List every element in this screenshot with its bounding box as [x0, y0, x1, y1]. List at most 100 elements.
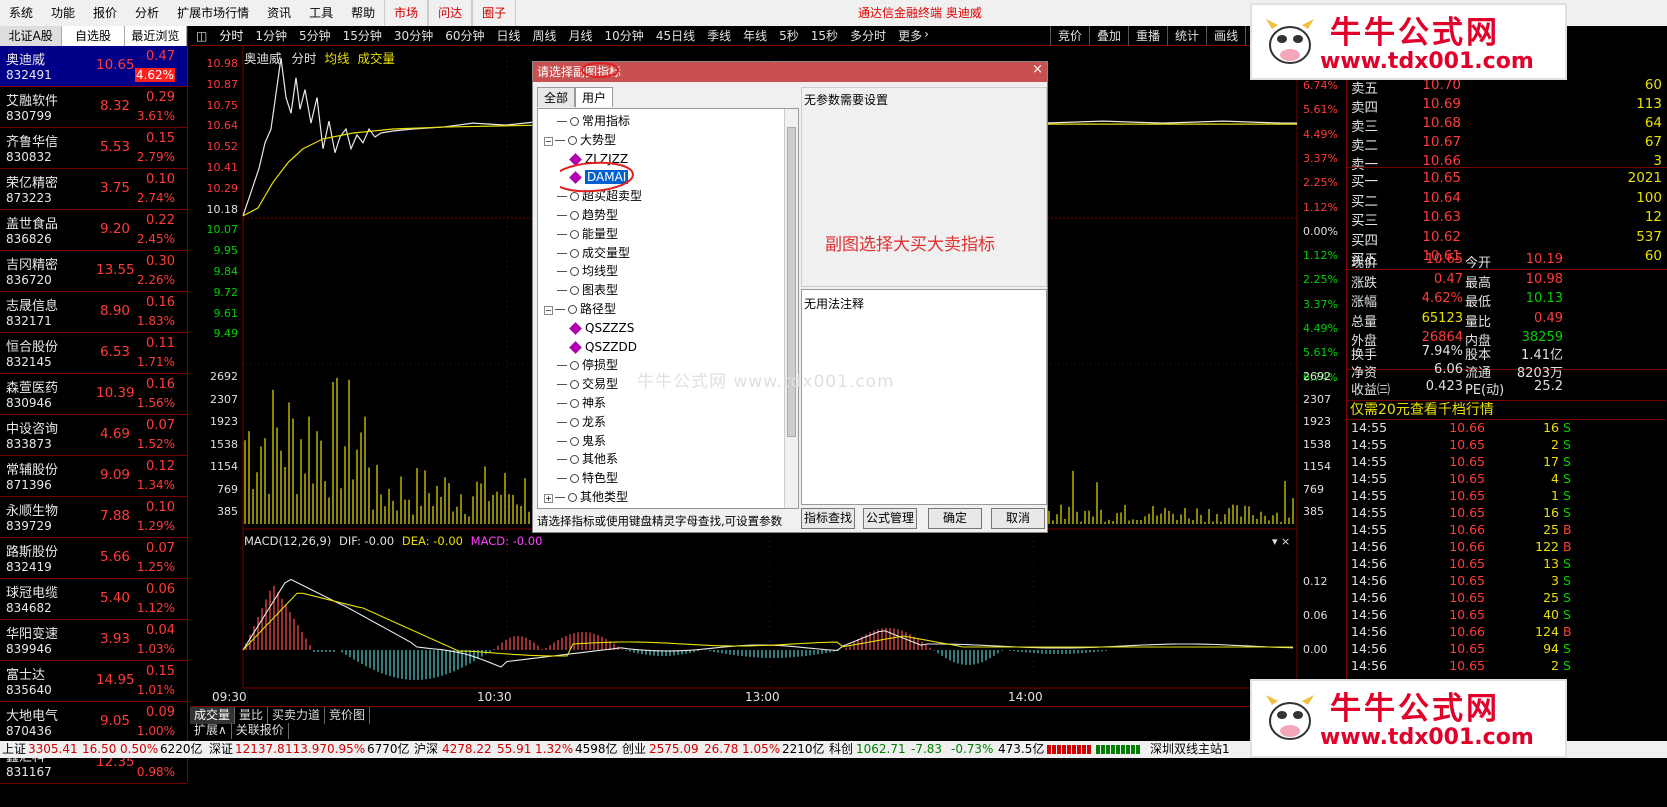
close-icon[interactable]: × [1032, 62, 1043, 77]
tree-node[interactable]: DAMAI [568, 168, 629, 186]
period-tab[interactable]: 分时 [213, 27, 249, 44]
indicator-tab[interactable]: 竞价图 [325, 707, 371, 724]
sz-label[interactable]: 深证 [209, 741, 233, 758]
cancel-button[interactable]: 取消 [991, 508, 1045, 529]
menu-market[interactable]: 市场 [384, 0, 429, 26]
stock-row[interactable]: 球冠电缆 834682 5.40 0.06 1.12% [0, 579, 187, 620]
stock-row[interactable]: 盖世食品 836826 9.20 0.22 2.45% [0, 210, 187, 251]
stock-row[interactable]: 吉冈精密 836720 13.55 0.30 2.26% [0, 251, 187, 292]
kc-label[interactable]: 科创 [829, 741, 853, 758]
stock-row[interactable]: 路斯股份 832419 5.66 0.07 1.25% [0, 538, 187, 579]
hs-label[interactable]: 沪深 [414, 741, 438, 758]
orderbook-row[interactable]: 买二 10.64 100 [1351, 190, 1667, 210]
period-tab[interactable]: 周线 [527, 27, 563, 44]
tree-node[interactable]: − 大势型 [544, 131, 616, 149]
stock-row[interactable]: 富士达 835640 14.95 0.15 1.01% [0, 661, 187, 702]
sh-label[interactable]: 上证 [2, 741, 26, 758]
menu-function[interactable]: 功能 [42, 0, 84, 26]
period-tab[interactable]: 5秒 [773, 27, 805, 44]
orderbook-row[interactable]: 买四 10.62 537 [1351, 229, 1667, 249]
server-name[interactable]: 深圳双线主站1 [1150, 741, 1230, 758]
tab-bse-a[interactable]: 北证A股 [0, 26, 63, 46]
tree-node[interactable]: 均线型 [544, 262, 618, 280]
period-tab[interactable]: 45日线 [650, 27, 701, 44]
orderbook-row[interactable]: 卖四 10.69 113 [1351, 96, 1667, 116]
toolbar-right-button[interactable]: 统计 [1167, 26, 1206, 46]
toolbar-right-button[interactable]: 竞价 [1050, 26, 1089, 46]
orderbook-row[interactable]: 卖二 10.67 67 [1351, 134, 1667, 154]
stock-row[interactable]: 常辅股份 871396 9.09 0.12 1.34% [0, 456, 187, 497]
macd-close-icon[interactable]: ▾ × [1272, 535, 1290, 548]
period-tab[interactable]: 30分钟 [388, 27, 439, 44]
menu-tools[interactable]: 工具 [300, 0, 342, 26]
toolbar-toggle-icon[interactable]: ◫ [190, 29, 213, 43]
collapse-icon[interactable]: − [544, 136, 553, 146]
extension-tab[interactable]: 扩展∧ [190, 723, 232, 739]
period-tab[interactable]: 60分钟 [439, 27, 490, 44]
ok-button[interactable]: 确定 [928, 508, 982, 529]
tree-node[interactable]: 趋势型 [544, 206, 618, 224]
tree-node[interactable]: 图表型 [544, 281, 618, 299]
period-tab[interactable]: 季线 [701, 27, 737, 44]
period-tab[interactable]: 10分钟 [599, 27, 650, 44]
orderbook-row[interactable]: 卖三 10.68 64 [1351, 115, 1667, 135]
stock-row[interactable]: 奥迪威 832491 10.65 0.47 4.62% [0, 46, 187, 87]
expand-icon[interactable]: + [544, 494, 553, 503]
stock-row[interactable]: 志晟信息 832171 8.90 0.16 1.83% [0, 292, 187, 333]
indicator-tab[interactable]: 成交量 [190, 707, 236, 724]
menu-quote[interactable]: 报价 [84, 0, 126, 26]
tree-node[interactable]: 能量型 [544, 225, 618, 243]
tree-node[interactable]: 超买超卖型 [544, 187, 642, 205]
stock-row[interactable]: 大地电气 870436 9.05 0.09 1.00% [0, 702, 187, 743]
stock-row[interactable]: 艾融软件 830799 8.32 0.29 3.61% [0, 87, 187, 128]
menu-help[interactable]: 帮助 [342, 0, 384, 26]
more-arrow-icon[interactable]: › [922, 27, 931, 44]
stock-row[interactable]: 恒合股份 832145 6.53 0.11 1.71% [0, 333, 187, 374]
period-tab[interactable]: 15分钟 [337, 27, 388, 44]
tree-node[interactable]: QSZZDD [568, 338, 637, 356]
menu-system[interactable]: 系统 [0, 0, 42, 26]
tab-recent[interactable]: 最近浏览 [125, 26, 187, 46]
tab-user[interactable]: 用户 [575, 87, 614, 107]
tree-node[interactable]: QSZZZS [568, 319, 634, 337]
period-tab[interactable]: 年线 [737, 27, 773, 44]
stock-row[interactable]: 齐鲁华信 830832 5.53 0.15 2.79% [0, 128, 187, 169]
tree-node[interactable]: 特色型 [544, 469, 618, 487]
menu-circle[interactable]: 圈子 [472, 0, 517, 26]
tree-node[interactable]: + 其他类型 [544, 488, 628, 506]
tree-node[interactable]: 交易型 [544, 375, 618, 393]
find-indicator-button[interactable]: 指标查找 [801, 508, 855, 529]
collapse-icon[interactable]: − [544, 306, 553, 315]
tree-node[interactable]: 停损型 [544, 356, 618, 374]
tree-node[interactable]: 其他系 [544, 450, 618, 468]
period-tab[interactable]: 15秒 [805, 27, 844, 44]
period-tab[interactable]: 5分钟 [293, 27, 337, 44]
extension-tab[interactable]: 关联报价 [232, 723, 289, 739]
promo-banner[interactable]: 仅需20元查看千档行情 [1348, 400, 1666, 420]
tree-node[interactable]: − 路径型 [544, 300, 616, 318]
period-tab[interactable]: 日线 [490, 27, 526, 44]
orderbook-row[interactable]: 买三 10.63 12 [1351, 209, 1667, 229]
toolbar-right-button[interactable]: 重播 [1128, 26, 1167, 46]
toolbar-right-button[interactable]: 画线 [1206, 26, 1245, 46]
stock-row[interactable]: 荣亿精密 873223 3.75 0.10 2.74% [0, 169, 187, 210]
tab-all[interactable]: 全部 [537, 87, 576, 107]
orderbook-row[interactable]: 买一 10.65 2021 [1351, 170, 1667, 190]
tree-node[interactable]: 鬼系 [544, 432, 606, 450]
stock-row[interactable]: 中设咨询 833873 4.69 0.07 1.52% [0, 415, 187, 456]
stock-row[interactable]: 永顺生物 839729 7.88 0.10 1.29% [0, 497, 187, 538]
tree-node[interactable]: 神系 [544, 394, 606, 412]
indicator-tab[interactable]: 买卖力道 [268, 707, 326, 724]
stock-row[interactable]: 华阳变速 839946 3.93 0.04 1.03% [0, 620, 187, 661]
cy-label[interactable]: 创业 [622, 741, 646, 758]
menu-analysis[interactable]: 分析 [126, 0, 168, 26]
menu-wenda[interactable]: 问达 [428, 0, 473, 26]
period-tab[interactable]: 多分时 [844, 27, 892, 44]
period-tab[interactable]: 月线 [563, 27, 599, 44]
tab-watchlist[interactable]: 自选股 [62, 26, 125, 46]
tree-node[interactable]: ZLZJZZ [568, 150, 628, 168]
stock-row[interactable]: 森萱医药 830946 10.39 0.16 1.56% [0, 374, 187, 415]
formula-manage-button[interactable]: 公式管理 [863, 508, 917, 529]
tree-node[interactable]: 成交量型 [544, 244, 630, 262]
menu-ext-market[interactable]: 扩展市场行情 [168, 0, 258, 26]
